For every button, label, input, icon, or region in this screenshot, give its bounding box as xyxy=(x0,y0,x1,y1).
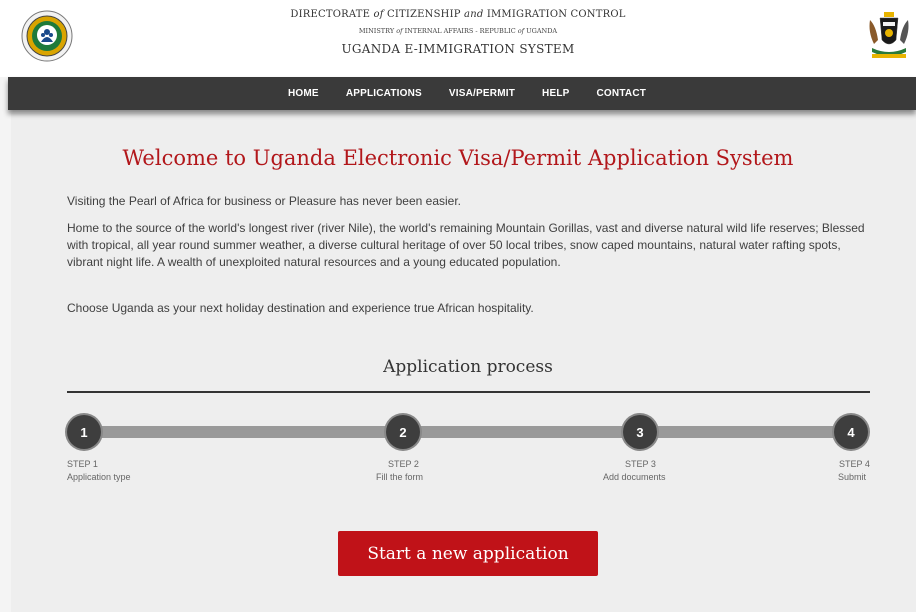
step-3-desc: Add documents xyxy=(603,472,666,482)
step-3-label: STEP 3 xyxy=(625,459,656,469)
nav-contact[interactable]: CONTACT xyxy=(597,88,647,99)
directorate-title: DIRECTORATE of CITIZENSHIP and IMMIGRATI… xyxy=(290,9,626,20)
step-2-desc: Fill the form xyxy=(376,472,424,482)
step-2-label: STEP 2 xyxy=(388,459,419,469)
site-header: DIRECTORATE of CITIZENSHIP and IMMIGRATI… xyxy=(0,0,916,77)
start-application-button[interactable]: Start a new application xyxy=(338,531,598,576)
progress-track xyxy=(84,426,852,438)
process-title: Application process xyxy=(383,357,553,377)
nav-help[interactable]: HELP xyxy=(542,88,569,99)
invitation-paragraph: Choose Uganda as your next holiday desti… xyxy=(67,301,534,315)
nav-home[interactable]: HOME xyxy=(288,88,319,99)
step-3-circle: 3 xyxy=(623,415,657,449)
description-paragraph: Home to the source of the world's longes… xyxy=(67,221,865,269)
step-2-circle: 2 xyxy=(386,415,420,449)
uganda-coat-of-arms-icon xyxy=(869,12,909,58)
step-4-desc: Submit xyxy=(838,472,867,482)
step-1-label: STEP 1 xyxy=(67,459,98,469)
step-1-circle: 1 xyxy=(67,415,101,449)
nav-applications[interactable]: APPLICATIONS xyxy=(346,88,422,99)
step-1-desc: Application type xyxy=(67,472,131,482)
welcome-heading: Welcome to Uganda Electronic Visa/Permit… xyxy=(122,146,794,170)
nav-visa-permit[interactable]: VISA/PERMIT xyxy=(449,88,515,99)
main-nav: HOME APPLICATIONS VISA/PERMIT HELP CONTA… xyxy=(8,77,916,110)
intro-paragraph: Visiting the Pearl of Africa for busines… xyxy=(67,194,462,208)
process-divider xyxy=(67,391,870,393)
step-4-label: STEP 4 xyxy=(839,459,870,469)
ministry-subtitle: MINISTRY of INTERNAL AFFAIRS - REPUBLIC … xyxy=(358,27,558,35)
step-4-circle: 4 xyxy=(834,415,868,449)
system-title: UGANDA E-IMMIGRATION SYSTEM xyxy=(341,42,575,56)
